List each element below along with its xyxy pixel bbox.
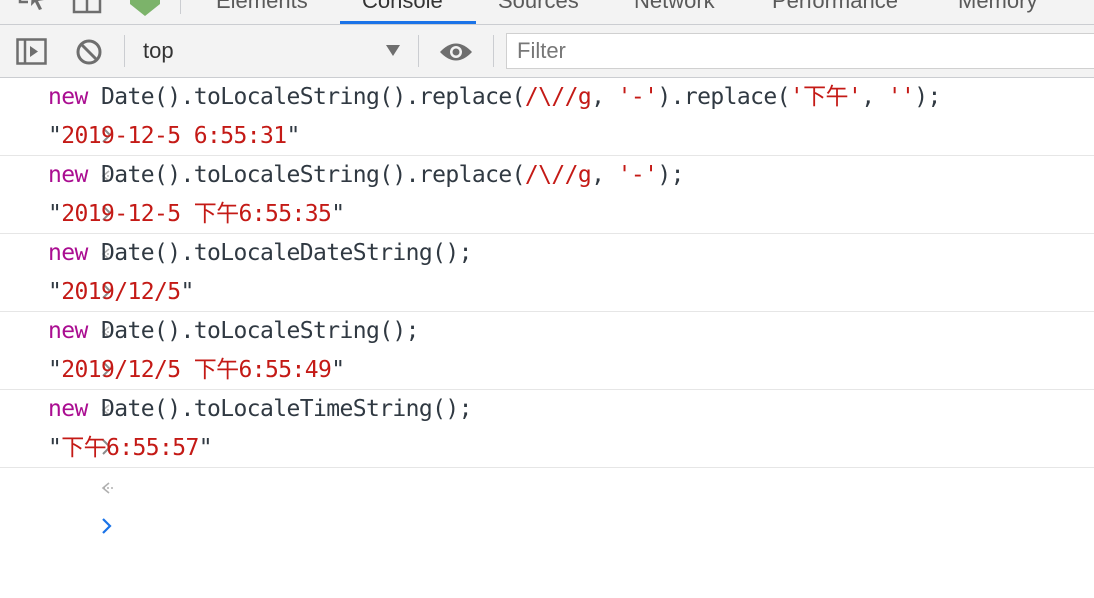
tab-sources[interactable]: Sources: [498, 0, 579, 24]
context-selector[interactable]: top: [143, 38, 174, 64]
console-input-row: new Date().toLocaleTimeString();: [0, 390, 1094, 455]
console-input-row: new Date().toLocaleString().replace(/\//…: [0, 156, 1094, 221]
console-input-row: new Date().toLocaleDateString();: [0, 234, 1094, 299]
console-result-row: "2019-12-5 6:55:31": [0, 117, 1094, 182]
toolbar-divider: [418, 35, 419, 67]
console-prompt-row[interactable]: [0, 468, 1094, 534]
active-prompt-icon: [14, 468, 112, 534]
input-prompt-icon: [14, 312, 112, 377]
console-result-row: "2019-12-5 下午6:55:35": [0, 195, 1094, 260]
tab-performance[interactable]: Performance: [772, 0, 898, 24]
console-result-text[interactable]: "2019/12/5 下午6:55:49": [48, 351, 345, 390]
console-input-text[interactable]: new Date().toLocaleString().replace(/\//…: [48, 156, 685, 195]
result-arrow-icon: [14, 195, 115, 260]
tab-bar-divider: [180, 0, 181, 14]
result-arrow-icon: [14, 117, 115, 182]
toolbar-divider: [124, 35, 125, 67]
console-result-row: "2019/12/5": [0, 273, 1094, 338]
console-toolbar: top: [0, 25, 1094, 78]
console-input-text[interactable]: new Date().toLocaleTimeString();: [48, 390, 473, 429]
tab-elements[interactable]: Elements: [216, 0, 308, 24]
console-result-row: "2019/12/5 下午6:55:49": [0, 351, 1094, 416]
result-arrow-icon: [14, 429, 115, 494]
result-arrow-icon: [14, 273, 115, 338]
console-input-text[interactable]: new Date().toLocaleDateString();: [48, 234, 473, 273]
tab-network[interactable]: Network: [634, 0, 715, 24]
device-toolbar-icon[interactable]: [72, 0, 104, 19]
console-messages: new Date().toLocaleString().replace(/\//…: [0, 78, 1094, 534]
console-result-text[interactable]: "2019/12/5": [48, 273, 194, 312]
result-arrow-icon: [14, 351, 115, 416]
console-result-row: "下午6:55:57": [0, 429, 1094, 494]
tab-memory[interactable]: Memory: [958, 0, 1037, 24]
active-tab-indicator: [340, 21, 476, 24]
input-prompt-icon: [14, 78, 112, 143]
inspect-element-icon[interactable]: [18, 0, 48, 19]
live-expression-eye-icon[interactable]: [439, 41, 473, 68]
devtools-tab-bar: Elements Console Sources Network Perform…: [0, 0, 1094, 25]
console-input-text[interactable]: new Date().toLocaleString();: [48, 312, 420, 351]
input-prompt-icon: [14, 156, 112, 221]
vue-devtools-icon[interactable]: [128, 0, 162, 21]
input-prompt-icon: [14, 390, 112, 455]
console-result-text[interactable]: "2019-12-5 下午6:55:35": [48, 195, 345, 234]
show-sidebar-icon[interactable]: [16, 38, 48, 71]
toolbar-divider: [493, 35, 494, 67]
console-result-text[interactable]: "下午6:55:57": [48, 429, 213, 468]
console-input-row: new Date().toLocaleString();: [0, 312, 1094, 377]
console-input-row: new Date().toLocaleString().replace(/\//…: [0, 78, 1094, 143]
dropdown-arrow-icon[interactable]: [386, 45, 400, 56]
console-result-text[interactable]: "2019-12-5 6:55:31": [48, 117, 300, 156]
clear-console-icon[interactable]: [75, 38, 103, 71]
console-input-text[interactable]: new Date().toLocaleString().replace(/\//…: [48, 78, 941, 117]
filter-input[interactable]: [506, 33, 1094, 69]
input-prompt-icon: [14, 234, 112, 299]
